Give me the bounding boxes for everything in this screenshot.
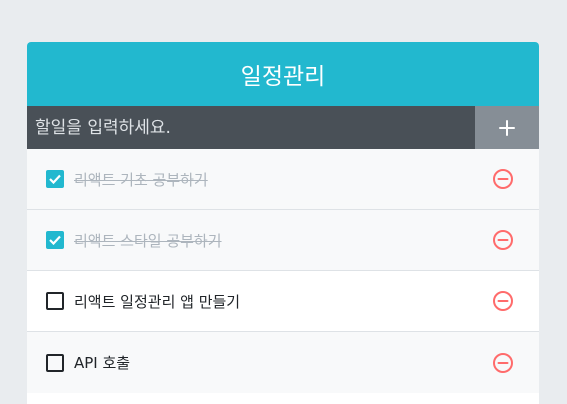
todo-text: API 호출 bbox=[74, 354, 131, 372]
todo-item: 리액트 일정관리 앱 만들기 bbox=[27, 271, 539, 332]
todo-text: 리액트 스타일 공부하기 bbox=[74, 231, 222, 250]
todo-input[interactable] bbox=[27, 106, 475, 149]
remove-todo-button[interactable] bbox=[492, 352, 514, 374]
todo-checkbox[interactable]: 리액트 기초 공부하기 bbox=[46, 169, 492, 190]
remove-todo-button[interactable] bbox=[492, 168, 514, 190]
todo-item: 리액트 기초 공부하기 bbox=[27, 149, 539, 210]
todo-checkbox[interactable]: 리액트 일정관리 앱 만들기 bbox=[46, 291, 492, 312]
todo-checkbox[interactable]: API 호출 bbox=[46, 352, 492, 373]
add-todo-button[interactable] bbox=[475, 106, 539, 149]
checked-box-icon bbox=[46, 170, 64, 188]
todo-template: 일정관리 리액트 기초 공부하기 bbox=[27, 42, 539, 404]
remove-todo-button[interactable] bbox=[492, 290, 514, 312]
unchecked-box-icon bbox=[46, 353, 64, 372]
unchecked-box-icon bbox=[46, 292, 64, 310]
todo-item: 리액트 스타일 공부하기 bbox=[27, 210, 539, 271]
todo-item: API 호출 bbox=[27, 332, 539, 393]
todo-list: 리액트 기초 공부하기 리액트 스타일 공부하기 리액트 일정관리 앱 만들기 … bbox=[27, 149, 539, 393]
remove-circle-icon bbox=[493, 291, 513, 311]
todo-checkbox[interactable]: 리액트 스타일 공부하기 bbox=[46, 230, 492, 251]
app-title: 일정관리 bbox=[27, 42, 539, 106]
todo-text: 리액트 일정관리 앱 만들기 bbox=[74, 292, 241, 311]
todo-insert-form bbox=[27, 106, 539, 149]
plus-icon bbox=[499, 119, 515, 136]
remove-circle-icon bbox=[493, 169, 513, 189]
remove-circle-icon bbox=[493, 352, 513, 373]
checked-box-icon bbox=[46, 231, 64, 249]
remove-circle-icon bbox=[493, 230, 513, 250]
remove-todo-button[interactable] bbox=[492, 229, 514, 251]
todo-text: 리액트 기초 공부하기 bbox=[74, 170, 208, 189]
